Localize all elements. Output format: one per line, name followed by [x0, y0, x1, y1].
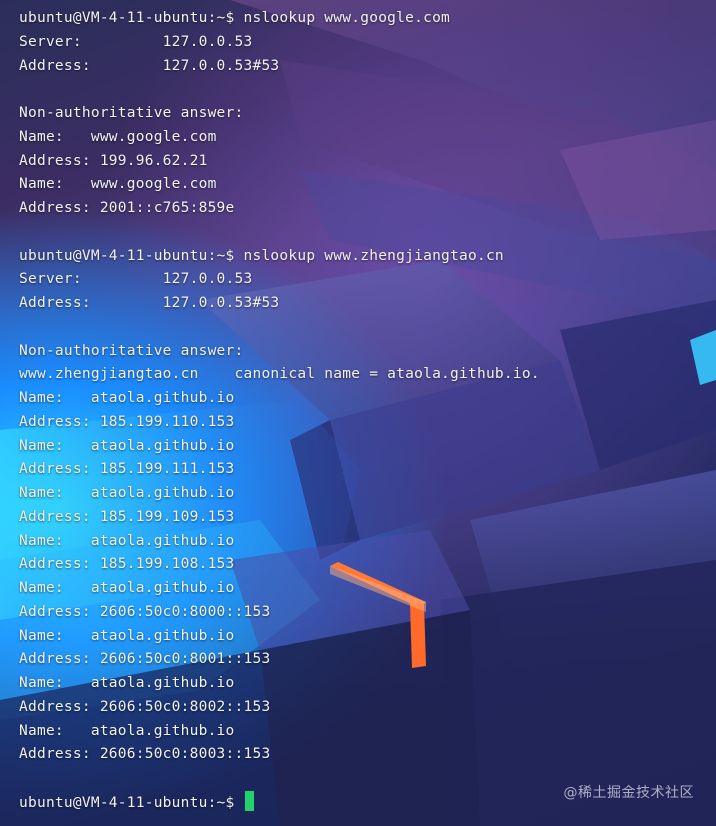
- terminal-line: ubuntu@VM-4-11-ubuntu:~$ nslookup www.zh…: [19, 247, 504, 264]
- terminal-line: Address: 2001::c765:859e: [19, 200, 235, 216]
- terminal-line: Address: 2606:50c0:8002::153: [19, 698, 271, 715]
- terminal-line: ubuntu@VM-4-11-ubuntu:~$ nslookup www.go…: [19, 10, 451, 26]
- watermark-label: @稀土掘金技术社区: [563, 785, 694, 801]
- terminal-line: Address: 185.199.109.153: [19, 508, 235, 525]
- terminal-line: Address: 185.199.108.153: [19, 556, 235, 573]
- terminal-line: Address: 2606:50c0:8003::153: [19, 746, 271, 763]
- terminal-line: Name: ataola.github.io: [19, 532, 235, 549]
- terminal-line: Name: ataola.github.io: [19, 485, 235, 501]
- terminal-line: Server: 127.0.0.53: [19, 33, 253, 50]
- terminal-line: Address: 2606:50c0:8000::153: [19, 603, 271, 620]
- terminal-line: Name: www.google.com: [19, 128, 217, 145]
- terminal-line: Non-authoritative answer:: [19, 105, 244, 121]
- terminal-line: Name: www.google.com: [19, 176, 217, 193]
- terminal-line: Address: 185.199.111.153: [19, 461, 235, 478]
- terminal-line: Name: ataola.github.io: [19, 627, 235, 644]
- terminal-line: Address: 127.0.0.53#53: [19, 295, 280, 311]
- terminal-line: Name: ataola.github.io: [19, 437, 235, 454]
- terminal-line: Name: ataola.github.io: [19, 390, 235, 406]
- terminal-line: Address: 127.0.0.53#53: [19, 57, 280, 74]
- terminal-line: Server: 127.0.0.53: [19, 271, 253, 288]
- block-cursor-icon: [244, 790, 254, 811]
- terminal-line: Name: ataola.github.io: [19, 722, 235, 739]
- terminal-line: Address: 199.96.62.21: [19, 152, 208, 169]
- terminal-output[interactable]: ubuntu@VM-4-11-ubuntu:~$ nslookup www.go…: [19, 7, 709, 815]
- terminal-line: Address: 2606:50c0:8001::153: [19, 651, 271, 668]
- terminal-line: Name: ataola.github.io: [19, 580, 235, 596]
- terminal-line: Non-authoritative answer:: [19, 342, 244, 359]
- terminal-line: Address: 185.199.110.153: [19, 413, 235, 430]
- terminal-line: Name: ataola.github.io: [19, 675, 235, 691]
- terminal-line: www.zhengjiangtao.cn canonical name = at…: [19, 366, 540, 383]
- prompt-text: ubuntu@VM-4-11-ubuntu:~$: [19, 794, 244, 811]
